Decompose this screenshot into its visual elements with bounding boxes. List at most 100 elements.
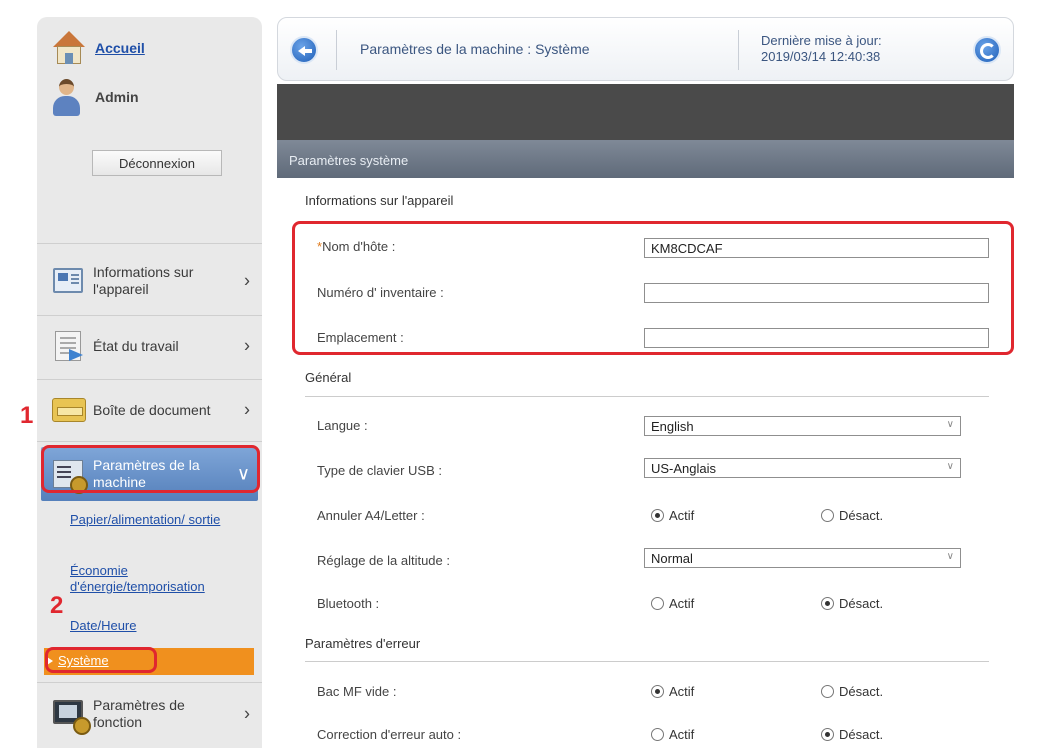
page-title: Paramètres de la machine : Système — [360, 41, 590, 57]
step-number-2: 2 — [50, 592, 64, 619]
header-divider — [336, 30, 337, 70]
user-row: Admin — [51, 77, 139, 117]
radio-checked-icon[interactable] — [651, 509, 664, 522]
hostname-input[interactable] — [644, 238, 989, 258]
chevron-right-icon: › — [244, 399, 250, 420]
chevron-right-icon: › — [244, 270, 250, 291]
document-box-icon — [51, 394, 89, 426]
asset-number-label: Numéro d' inventaire : — [317, 285, 444, 300]
nav-item-document-box[interactable]: Boîte de document › — [41, 383, 258, 437]
main-content: Paramètres système Informations sur l'ap… — [277, 140, 1014, 748]
nav-label: Informations sur l'appareil — [93, 264, 194, 297]
nav-label: Paramètres de la machine — [93, 457, 200, 490]
nav-label: Boîte de document — [93, 401, 211, 418]
hostname-label: *Nom d'hôte : — [317, 239, 395, 254]
page: Accueil Admin Déconnexion Informations s… — [0, 0, 1042, 748]
radio-label: Désact. — [839, 596, 884, 611]
nav-item-device-info[interactable]: Informations sur l'appareil › — [41, 254, 258, 308]
sub-item-date-time[interactable]: Date/Heure — [70, 618, 136, 634]
sub-item-system[interactable]: Système — [58, 653, 109, 668]
nav-divider — [37, 682, 262, 683]
a4-letter-label: Annuler A4/Letter : — [317, 508, 425, 523]
home-link[interactable]: Accueil — [95, 40, 145, 56]
radio-label: Désact. — [839, 684, 884, 699]
radio-label: Actif — [669, 727, 695, 742]
last-update: Dernière mise à jour: 2019/03/14 12:40:3… — [761, 33, 882, 65]
refresh-icon[interactable] — [973, 36, 1001, 64]
chevron-down-icon: ∨ — [236, 463, 250, 484]
page-header: Paramètres de la machine : Système Derni… — [277, 17, 1014, 81]
language-select[interactable]: English ∨ — [644, 416, 961, 436]
radio-label: Désact. — [839, 727, 884, 742]
last-update-time: 2019/03/14 12:40:38 — [761, 49, 881, 64]
nav-item-job-status[interactable]: État du travail › — [41, 319, 258, 373]
device-info-icon — [51, 265, 89, 297]
nav-item-machine-settings[interactable]: Paramètres de la machine ∨ — [41, 447, 258, 501]
location-label: Emplacement : — [317, 330, 404, 345]
bluetooth-on-radio[interactable]: Actif — [651, 596, 694, 611]
back-arrow-icon[interactable] — [290, 36, 318, 64]
asset-number-input[interactable] — [644, 283, 989, 303]
nav-item-machine-settings-inner[interactable]: Paramètres de la machine ∨ — [41, 447, 258, 501]
chevron-right-icon: › — [244, 703, 250, 724]
sidebar: Accueil Admin Déconnexion Informations s… — [37, 17, 262, 748]
radio-unchecked-icon[interactable] — [651, 728, 664, 741]
radio-label: Actif — [669, 508, 695, 523]
altitude-value: Normal — [651, 551, 693, 566]
nav-divider — [37, 379, 262, 380]
radio-label: Désact. — [839, 508, 884, 523]
a4-letter-on-radio[interactable]: Actif — [651, 508, 694, 523]
radio-unchecked-icon[interactable] — [821, 509, 834, 522]
a4-letter-off-radio[interactable]: Désact. — [821, 508, 883, 523]
nav-label: Paramètres de fonction — [93, 697, 185, 730]
home-icon[interactable] — [51, 31, 87, 65]
altitude-label: Réglage de la altitude : — [317, 553, 450, 568]
sub-item-system-selected[interactable]: Système — [44, 648, 254, 675]
job-status-icon — [51, 330, 89, 362]
chevron-down-icon: ∨ — [946, 419, 954, 430]
selected-marker-icon — [47, 657, 53, 665]
usb-keyboard-select[interactable]: US-Anglais ∨ — [644, 458, 961, 478]
header-divider — [738, 30, 739, 70]
sub-item-paper[interactable]: Papier/alimentation/ sortie — [70, 512, 230, 528]
section-title: Paramètres système — [277, 140, 1014, 178]
section-divider — [305, 661, 989, 662]
usb-keyboard-value: US-Anglais — [651, 461, 717, 476]
error-settings-heading: Paramètres d'erreur — [305, 636, 421, 651]
machine-settings-icon — [51, 458, 89, 494]
mf-tray-off-radio[interactable]: Désact. — [821, 684, 883, 699]
home-row[interactable]: Accueil — [51, 29, 145, 67]
chevron-down-icon: ∨ — [946, 551, 954, 562]
user-name: Admin — [95, 89, 139, 105]
logout-button[interactable]: Déconnexion — [92, 150, 222, 176]
mf-tray-label: Bac MF vide : — [317, 684, 397, 699]
avatar — [51, 77, 81, 117]
auto-error-correction-label: Correction d'erreur auto : — [317, 727, 462, 742]
nav-label: État du travail — [93, 337, 179, 354]
language-value: English — [651, 419, 694, 434]
radio-checked-icon[interactable] — [651, 685, 664, 698]
sub-item-energy[interactable]: Économie d'énergie/temporisation — [70, 563, 250, 595]
auto-error-correction-off-radio[interactable]: Désact. — [821, 727, 883, 742]
auto-error-correction-on-radio[interactable]: Actif — [651, 727, 694, 742]
bluetooth-label: Bluetooth : — [317, 596, 380, 611]
nav-divider — [37, 243, 262, 244]
last-update-label: Dernière mise à jour: — [761, 33, 882, 48]
usb-keyboard-label: Type de clavier USB : — [317, 463, 442, 478]
nav-item-function-settings[interactable]: Paramètres de fonction › — [41, 687, 258, 741]
radio-label: Actif — [669, 684, 695, 699]
radio-checked-icon[interactable] — [821, 597, 834, 610]
radio-label: Actif — [669, 596, 695, 611]
altitude-select[interactable]: Normal ∨ — [644, 548, 961, 568]
location-input[interactable] — [644, 328, 989, 348]
bluetooth-off-radio[interactable]: Désact. — [821, 596, 883, 611]
radio-unchecked-icon[interactable] — [651, 597, 664, 610]
mf-tray-on-radio[interactable]: Actif — [651, 684, 694, 699]
radio-unchecked-icon[interactable] — [821, 685, 834, 698]
nav-divider — [37, 441, 262, 442]
chevron-down-icon: ∨ — [946, 461, 954, 472]
radio-checked-icon[interactable] — [821, 728, 834, 741]
device-info-heading: Informations sur l'appareil — [305, 193, 454, 208]
section-divider — [305, 396, 989, 397]
function-settings-icon — [51, 698, 91, 735]
